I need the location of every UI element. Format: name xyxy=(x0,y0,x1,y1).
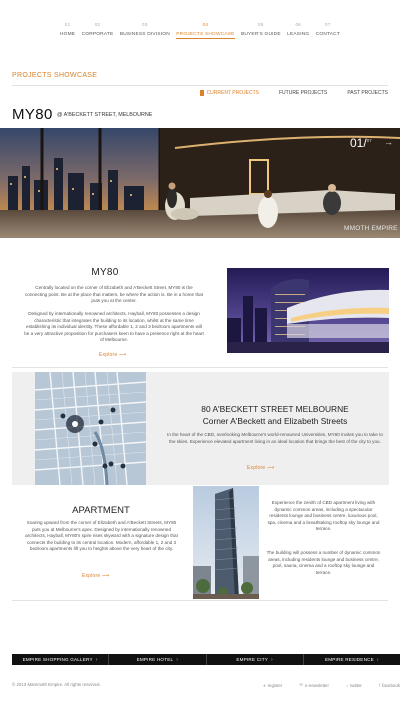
slide-counter: 01/07 xyxy=(350,136,372,150)
footer-link-label: EMPIRE SHOPPING GALLERY xyxy=(22,657,93,662)
facebook-icon: f xyxy=(378,682,381,688)
footer-link-hotel[interactable]: EMPIRE HOTEL › xyxy=(109,654,207,665)
footer-link-shopping-gallery[interactable]: EMPIRE SHOPPING GALLERY › xyxy=(12,654,110,665)
footer-link-residence[interactable]: EMPIRE RESIDENCE › xyxy=(304,654,400,665)
explore-link[interactable]: Explore ⟶ xyxy=(82,573,109,579)
hero-brand-text: MMOTH EMPIRE xyxy=(344,225,398,232)
location-title-line-1: 80 A'BECKETT STREET MELBOURNE xyxy=(201,404,349,414)
footer-links-bar: EMPIRE SHOPPING GALLERY › EMPIRE HOTEL › E… xyxy=(12,654,400,665)
nav-label: PROJECTS SHOWCASE xyxy=(176,32,235,39)
section-divider xyxy=(12,85,388,86)
social-label: twitter xyxy=(350,682,362,688)
hero-slideshow[interactable]: 01/07 → MMOTH EMPIRE xyxy=(0,128,400,238)
chevron-right-icon: › xyxy=(270,656,273,663)
arrow-right-icon: ⟶ xyxy=(266,465,275,471)
register-link[interactable]: ♦ register xyxy=(263,682,282,688)
subnav-future-projects[interactable]: FUTURE PROJECTS xyxy=(279,90,327,96)
main-nav: 01 HOME 02 CORPORATE 03 BUSINESS DIVISIO… xyxy=(60,22,340,39)
hero-image xyxy=(0,128,400,238)
chevron-right-icon: › xyxy=(95,656,98,663)
explore-label: Explore xyxy=(99,352,118,358)
amenities-paragraph-1: Experience the zenith of CBD apartment l… xyxy=(267,500,380,532)
active-marker-icon xyxy=(199,90,204,96)
arrow-right-icon: ⟶ xyxy=(118,352,127,358)
subnav-current-projects[interactable]: CURRENT PROJECTS xyxy=(199,90,259,96)
nav-label: BUYER'S GUIDE xyxy=(240,32,281,37)
location-map[interactable] xyxy=(35,372,146,485)
project-subnav: CURRENT PROJECTS FUTURE PROJECTS PAST PR… xyxy=(199,90,388,96)
apartment-paragraph: Soaring upward from the corner of Elizab… xyxy=(25,520,178,552)
slide-total: 07 xyxy=(366,138,372,143)
nav-number: 03 xyxy=(142,22,148,27)
footer-link-label: EMPIRE CITY xyxy=(236,657,268,662)
nav-item-corporate[interactable]: 02 CORPORATE xyxy=(82,22,114,39)
nav-item-projects-showcase[interactable]: 04 PROJECTS SHOWCASE xyxy=(176,22,235,39)
subnav-past-projects[interactable]: PAST PROJECTS xyxy=(347,90,388,96)
nav-number: 02 xyxy=(94,22,101,27)
intro-paragraph-2: Designed by internationally renowned arc… xyxy=(24,311,204,343)
nav-number: 04 xyxy=(202,22,209,27)
nav-number: 07 xyxy=(325,22,331,27)
row-divider xyxy=(12,367,388,368)
chevron-right-icon: › xyxy=(176,656,179,663)
location-title: 80 A'BECKETT STREET MELBOURNE Corner A'B… xyxy=(150,403,400,427)
twitter-link[interactable]: ♪ twitter xyxy=(346,682,362,688)
nav-label: CORPORATE xyxy=(81,32,114,37)
tower-image xyxy=(193,486,259,599)
intro-paragraph-1: Centrally located on the corner of Eliza… xyxy=(25,285,203,304)
nav-label: BUSINESS DIVISION xyxy=(119,32,170,37)
nav-number: 05 xyxy=(258,22,264,27)
intro-title: MY80 xyxy=(91,267,119,278)
social-label: facebook xyxy=(382,682,400,688)
explore-link[interactable]: Explore ⟶ xyxy=(99,352,126,358)
copyright-text: © 2013 Mammoth Empire. All rights reserv… xyxy=(12,682,101,687)
nav-item-buyers-guide[interactable]: 05 BUYER'S GUIDE xyxy=(241,22,281,39)
nav-label: CONTACT xyxy=(315,32,340,37)
location-title-line-2: Corner A'Beckett and Elizabeth Streets xyxy=(202,416,348,426)
social-label: register xyxy=(267,682,283,688)
arrow-right-icon: ⟶ xyxy=(101,573,110,579)
newsletter-link[interactable]: ✉ e-newsletter xyxy=(299,682,329,688)
user-icon: ♦ xyxy=(263,682,266,688)
social-label: e-newsletter xyxy=(305,682,329,688)
mail-icon: ✉ xyxy=(299,682,304,687)
subnav-label: FUTURE PROJECTS xyxy=(278,90,328,96)
subnav-label: PAST PROJECTS xyxy=(347,90,388,96)
project-name: MY80 xyxy=(12,106,53,123)
footer-link-label: EMPIRE RESIDENCE xyxy=(324,657,374,662)
nav-item-leasing[interactable]: 06 LEASING xyxy=(287,22,309,39)
nav-item-contact[interactable]: 07 CONTACT xyxy=(316,22,340,39)
twitter-icon: ♪ xyxy=(345,682,349,688)
nav-label: HOME xyxy=(60,32,76,37)
explore-link[interactable]: Explore ⟶ xyxy=(247,465,274,471)
location-paragraph: In the heart of the CBD, overlooking Mel… xyxy=(167,432,383,444)
chevron-right-icon: › xyxy=(376,656,379,663)
nav-item-home[interactable]: 01 HOME xyxy=(60,22,75,39)
footer-link-city[interactable]: EMPIRE CITY › xyxy=(207,654,304,665)
facebook-link[interactable]: f facebook xyxy=(379,682,400,688)
project-address: @ A'BECKETT STREET, MELBOURNE xyxy=(57,112,153,118)
nav-item-business-division[interactable]: 03 BUSINESS DIVISION xyxy=(120,22,170,39)
section-title: PROJECTS SHOWCASE xyxy=(12,72,98,79)
arrow-right-icon[interactable]: → xyxy=(384,137,393,147)
row-divider xyxy=(12,600,388,601)
apartment-title: APARTMENT xyxy=(72,505,130,516)
slide-current: 01/ xyxy=(350,136,367,150)
nav-number: 01 xyxy=(64,22,71,27)
nav-label: LEASING xyxy=(287,32,310,37)
building-render-image xyxy=(227,268,389,353)
nav-number: 06 xyxy=(295,22,302,27)
subnav-label: CURRENT PROJECTS xyxy=(206,90,259,96)
amenities-paragraph-2: The building will possess a number of dy… xyxy=(266,550,381,575)
social-links: ♦ register ✉ e-newsletter ♪ twitter f facebo… xyxy=(263,682,400,688)
footer-link-label: EMPIRE HOTEL xyxy=(136,657,174,662)
explore-label: Explore xyxy=(82,573,101,579)
explore-label: Explore xyxy=(247,465,266,471)
